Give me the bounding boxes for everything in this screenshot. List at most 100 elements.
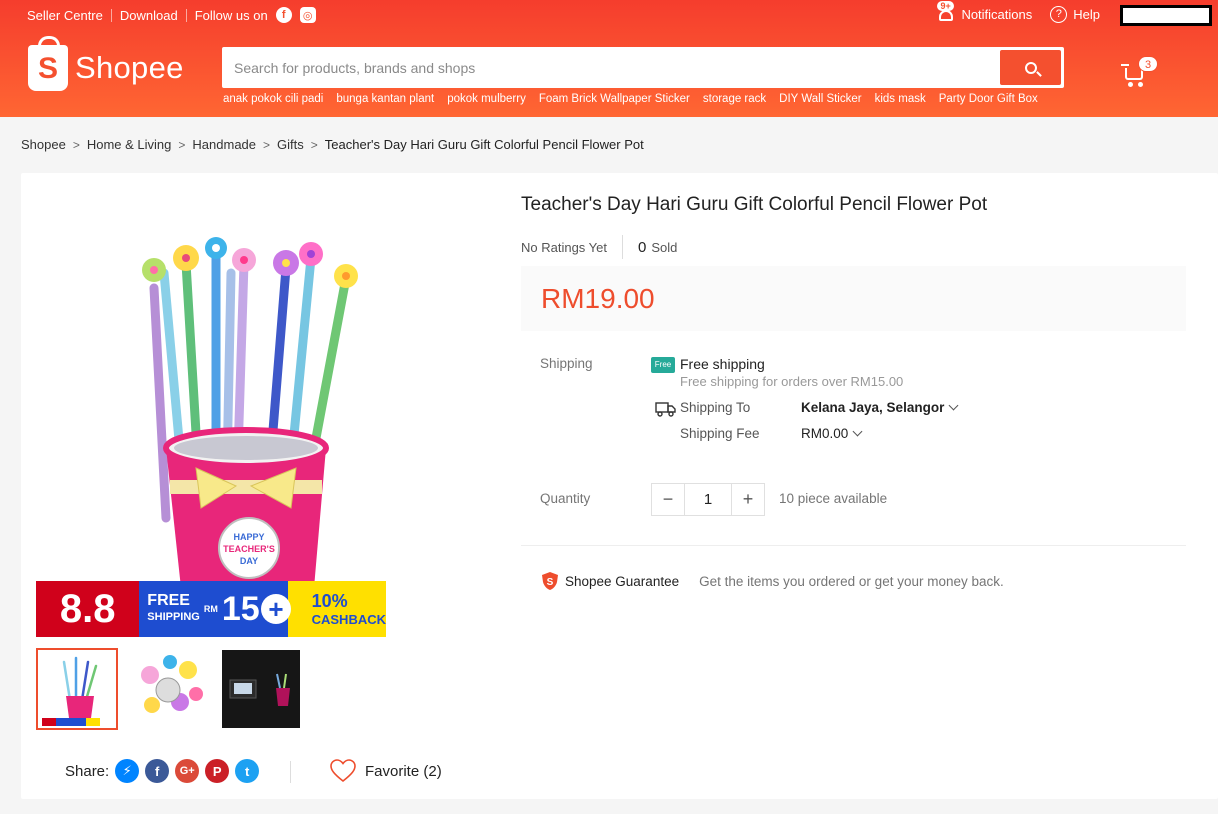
search-suggestion[interactable]: kids mask (875, 93, 926, 105)
chevron-right-icon: > (72, 137, 80, 152)
divider (622, 235, 624, 259)
site-header: Seller Centre Download Follow us on f ◎ … (0, 0, 1218, 117)
chevron-right-icon: > (178, 137, 186, 152)
promo-free: FREE (147, 592, 190, 609)
product-main-image[interactable]: HAPPY TEACHER'S DAY (36, 218, 386, 638)
help-link[interactable]: Help (1073, 7, 1100, 22)
google-plus-icon[interactable]: G+ (175, 759, 200, 783)
instagram-icon[interactable]: ◎ (299, 7, 316, 23)
ratings-row: No Ratings Yet 0 Sold (521, 235, 677, 259)
truck-icon (655, 402, 676, 417)
search-suggestions: anak pokok cili padi bunga kantan plant … (223, 93, 1051, 105)
logo-wordmark: Shopee (75, 50, 184, 85)
search-suggestion[interactable]: bunga kantan plant (336, 93, 434, 105)
quantity-label: Quantity (540, 491, 591, 506)
favorite-button[interactable]: Favorite (2) (330, 759, 442, 783)
shipping-to-label: Shipping To (680, 400, 751, 415)
pot-label-line: DAY (240, 556, 258, 566)
free-shipping-title: Free shipping (680, 356, 765, 372)
promo-plus: + (261, 594, 291, 624)
heart-icon (330, 759, 356, 783)
promo-amount: 15 (221, 589, 260, 628)
increase-quantity-button[interactable]: + (732, 484, 764, 515)
product-card: HAPPY TEACHER'S DAY 8.8 FREE SHIPPING RM … (21, 173, 1218, 799)
product-title: Teacher's Day Hari Guru Gift Colorful Pe… (521, 194, 988, 215)
promo-percent: 10% (311, 591, 348, 611)
breadcrumb-current: Teacher's Day Hari Guru Gift Colorful Pe… (324, 137, 644, 152)
shipping-label: Shipping (540, 356, 593, 371)
facebook-icon[interactable]: f (275, 7, 292, 23)
thumbnail[interactable] (220, 648, 302, 730)
guarantee-description: Get the items you ordered or get your mo… (699, 573, 1004, 589)
guarantee-title: Shopee Guarantee (565, 573, 680, 589)
search-suggestion[interactable]: Foam Brick Wallpaper Sticker (539, 93, 690, 105)
shopee-bag-icon: S (28, 36, 68, 91)
account-box[interactable] (1120, 5, 1212, 26)
free-shipping-subtitle: Free shipping for orders over RM15.00 (680, 374, 904, 389)
breadcrumb-link[interactable]: Handmade (192, 137, 256, 152)
search-suggestion[interactable]: anak pokok cili padi (223, 93, 323, 105)
chevron-right-icon: > (263, 137, 271, 152)
thumbnail-strip (36, 648, 312, 730)
breadcrumb-link[interactable]: Shopee (21, 137, 66, 152)
search-suggestion[interactable]: Party Door Gift Box (939, 93, 1038, 105)
search-suggestion[interactable]: DIY Wall Sticker (779, 93, 861, 105)
shopee-logo[interactable]: S Shopee (28, 36, 184, 91)
free-shipping-icon: Free (651, 357, 675, 373)
search-button[interactable] (1000, 50, 1061, 85)
help-icon[interactable]: ? (1050, 5, 1068, 23)
shipping-to-value: Kelana Jaya, Selangor (801, 400, 945, 415)
seller-centre-link[interactable]: Seller Centre (27, 8, 103, 23)
share-row: Share: ⚡ f G+ P t (65, 759, 260, 783)
ratings-text[interactable]: No Ratings Yet (521, 240, 607, 255)
quantity-stepper: − 1 + (651, 483, 765, 516)
notifications-link[interactable]: Notifications (961, 7, 1032, 22)
top-bar: Seller Centre Download Follow us on f ◎ … (0, 0, 1218, 30)
search-input[interactable] (234, 56, 994, 80)
search-bar (222, 47, 1064, 88)
pinterest-icon[interactable]: P (205, 759, 230, 783)
chevron-down-icon (852, 426, 863, 437)
cart-count-badge: 3 (1138, 56, 1158, 72)
chevron-down-icon (948, 400, 959, 411)
divider (521, 545, 1186, 546)
pot-label-line: TEACHER'S (223, 544, 275, 554)
promo-88: 8.8 (36, 581, 140, 637)
svg-text:S: S (547, 577, 554, 588)
thumbnail[interactable] (128, 648, 210, 730)
messenger-icon[interactable]: ⚡ (115, 759, 140, 783)
facebook-icon[interactable]: f (145, 759, 170, 783)
notifications-bell-icon[interactable]: 9+ (937, 1, 955, 23)
shopee-guarantee[interactable]: S Shopee Guarantee Get the items you ord… (540, 571, 1004, 591)
favorite-label: Favorite (2) (365, 762, 442, 780)
sold-label: Sold (651, 239, 678, 255)
shipping-fee-dropdown[interactable]: RM0.00 (801, 426, 863, 441)
divider (290, 761, 291, 783)
search-suggestion[interactable]: storage rack (703, 93, 766, 105)
divider (185, 8, 187, 22)
search-suggestion[interactable]: pokok mulberry (447, 93, 526, 105)
promo-rm: RM (203, 604, 218, 614)
thumbnail[interactable] (36, 648, 118, 730)
breadcrumb: Shopee > Home & Living > Handmade > Gift… (21, 137, 644, 152)
breadcrumb-link[interactable]: Home & Living (87, 137, 172, 152)
chevron-right-icon: > (310, 137, 318, 152)
shipping-fee-label: Shipping Fee (680, 426, 760, 441)
quantity-input[interactable]: 1 (684, 484, 732, 515)
shipping-to-dropdown[interactable]: Kelana Jaya, Selangor (801, 400, 959, 415)
download-link[interactable]: Download (120, 8, 178, 23)
breadcrumb-link[interactable]: Gifts (277, 137, 304, 152)
twitter-icon[interactable]: t (235, 759, 260, 783)
divider (110, 8, 112, 22)
cart-icon[interactable]: 3 (1121, 56, 1158, 88)
price-box: RM19.00 (521, 266, 1186, 331)
decrease-quantity-button[interactable]: − (652, 484, 684, 515)
shield-icon: S (542, 572, 558, 590)
notification-badge: 9+ (937, 1, 954, 11)
follow-us-label: Follow us on (194, 7, 268, 23)
top-right-links: 9+ Notifications ? Help (937, 1, 1100, 23)
promo-cashback-label: CASHBACK (311, 612, 386, 627)
promo-shipping: SHIPPING (147, 611, 200, 623)
search-icon (1024, 61, 1037, 74)
sold-count: 0 (638, 238, 647, 256)
